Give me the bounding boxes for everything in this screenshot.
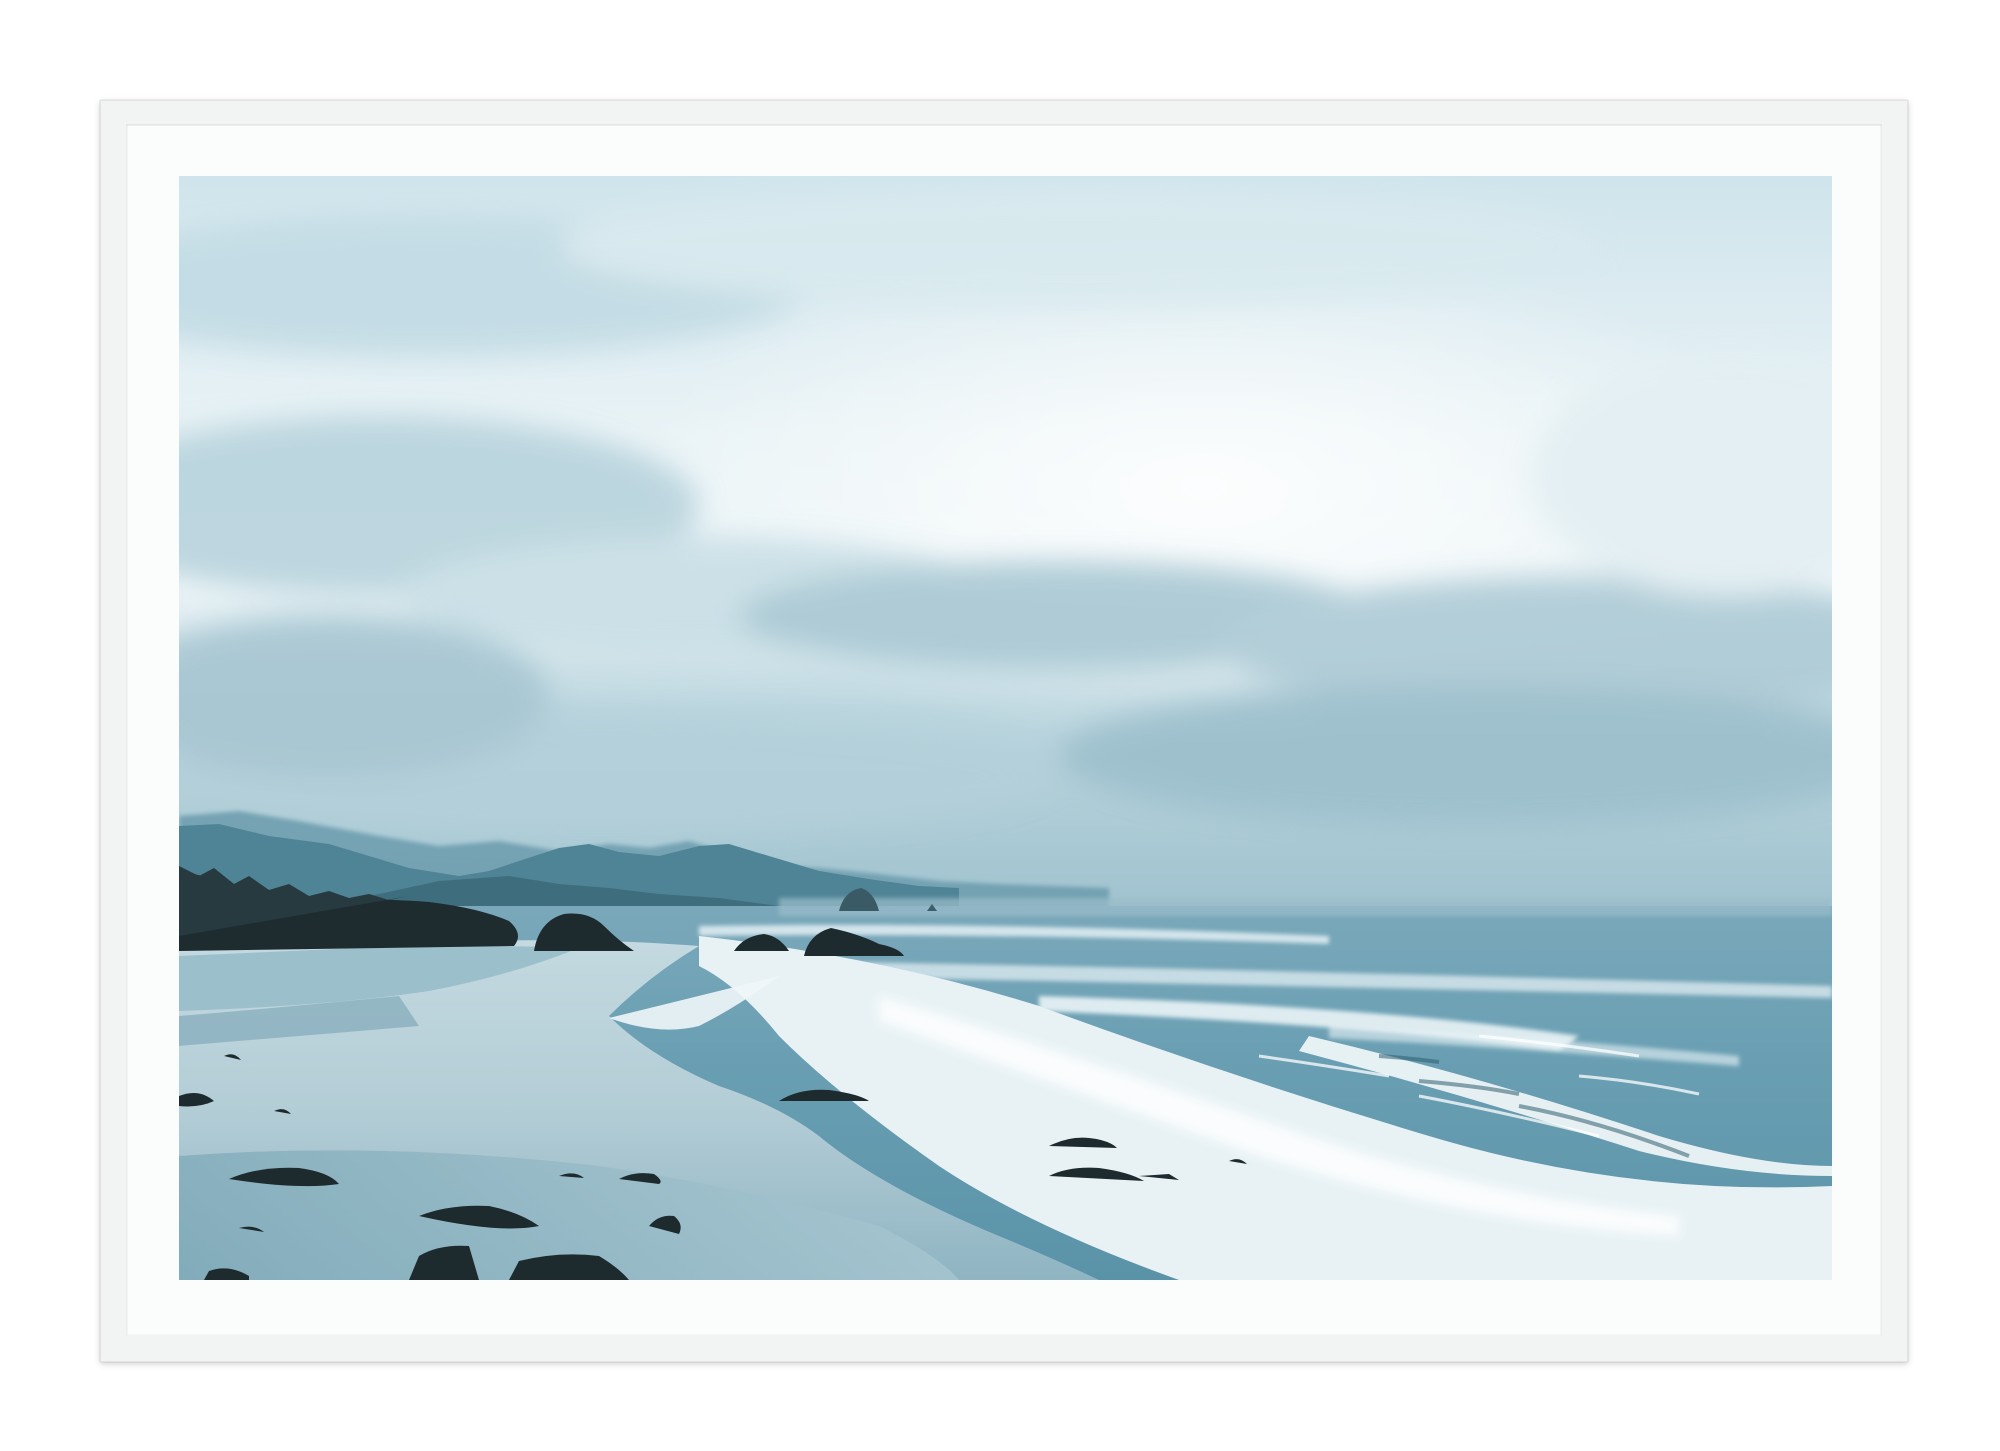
framed-print-stage bbox=[0, 0, 2000, 1451]
seascape-illustration bbox=[179, 176, 1832, 1280]
horizon-haze bbox=[779, 898, 1832, 916]
seascape-photo bbox=[179, 176, 1832, 1280]
